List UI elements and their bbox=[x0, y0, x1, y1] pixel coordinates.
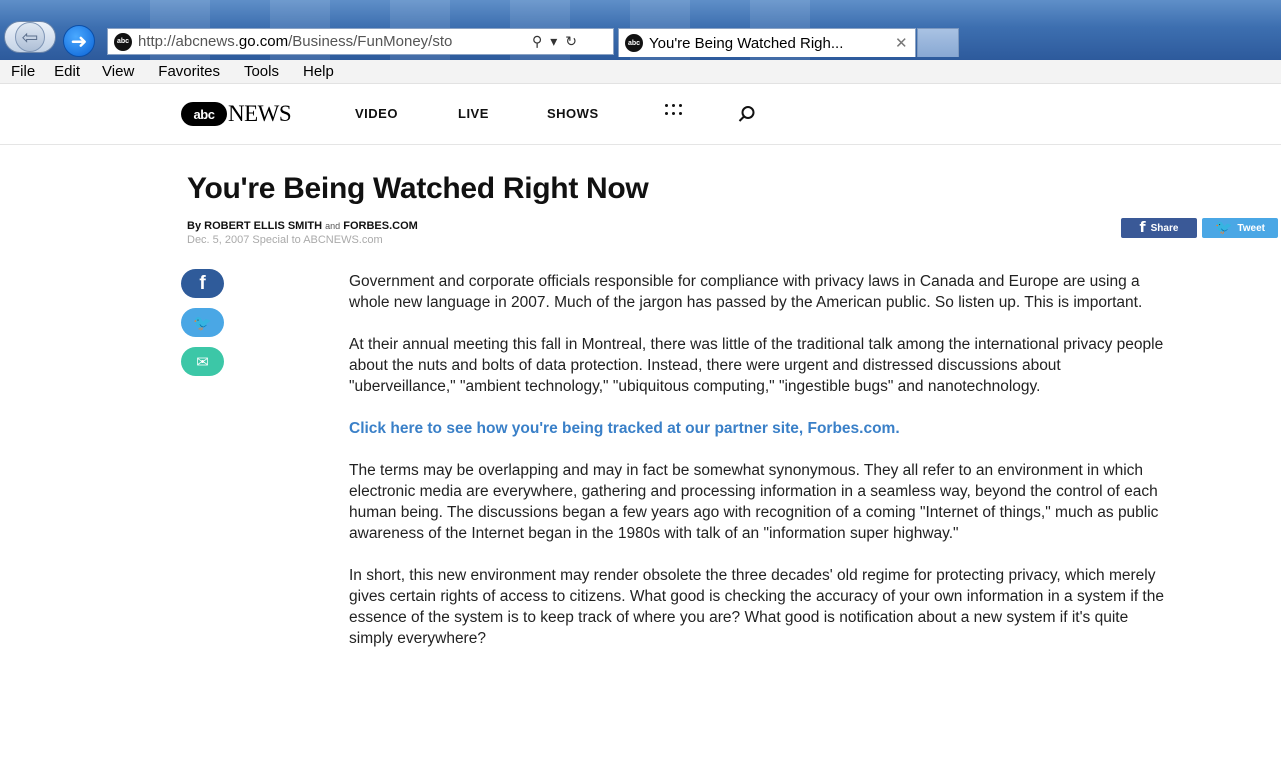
nav-video[interactable]: VIDEO bbox=[355, 106, 398, 121]
facebook-icon: f bbox=[1139, 220, 1146, 236]
menu-bar: File Edit View Favorites Tools Help bbox=[0, 60, 1281, 84]
menu-favorites[interactable]: Favorites bbox=[158, 63, 244, 80]
facebook-icon: f bbox=[199, 272, 206, 294]
site-favicon: abc bbox=[114, 32, 132, 51]
article-headline: You're Being Watched Right Now bbox=[187, 172, 649, 205]
twitter-icon: 🐦 bbox=[1214, 220, 1233, 236]
menu-file[interactable]: File bbox=[0, 63, 54, 80]
back-arrow-icon: ⇦ bbox=[21, 25, 39, 49]
email-side-button[interactable]: ✉ bbox=[181, 347, 224, 376]
forbes-link[interactable]: Click here to see how you're being track… bbox=[349, 418, 1169, 439]
twitter-side-button[interactable]: 🐦 bbox=[181, 308, 224, 337]
site-header: abc NEWS VIDEO LIVE SHOWS bbox=[0, 85, 1281, 145]
facebook-side-button[interactable]: f bbox=[181, 269, 224, 298]
search-icon[interactable] bbox=[738, 105, 756, 123]
source-link[interactable]: FORBES.COM bbox=[343, 220, 418, 232]
menu-help[interactable]: Help bbox=[303, 63, 346, 80]
menu-view[interactable]: View bbox=[102, 63, 158, 80]
browser-chrome: ⇦ ➜ abc http://abcnews.go.com/Business/F… bbox=[0, 0, 1281, 60]
nav-shows[interactable]: SHOWS bbox=[547, 106, 599, 121]
address-bar[interactable]: abc http://abcnews.go.com/Business/FunMo… bbox=[107, 28, 614, 55]
grid-menu-icon[interactable] bbox=[665, 104, 683, 118]
back-button[interactable]: ⇦ bbox=[4, 21, 56, 53]
paragraph: The terms may be overlapping and may in … bbox=[349, 462, 1159, 542]
close-icon[interactable]: ✕ bbox=[895, 34, 908, 52]
new-tab-button[interactable] bbox=[917, 28, 959, 57]
envelope-icon: ✉ bbox=[196, 353, 209, 371]
search-icon[interactable]: ⚲ bbox=[532, 34, 542, 50]
menu-edit[interactable]: Edit bbox=[54, 63, 102, 80]
menu-tools[interactable]: Tools bbox=[244, 63, 303, 80]
paragraph: At their annual meeting this fall in Mon… bbox=[349, 336, 1164, 395]
forward-button[interactable]: ➜ bbox=[63, 25, 95, 57]
author-link[interactable]: ROBERT ELLIS SMITH bbox=[204, 220, 322, 232]
dateline: Dec. 5, 2007 Special to ABCNEWS.com bbox=[187, 234, 383, 246]
url-text[interactable]: http://abcnews.go.com/Business/FunMoney/… bbox=[138, 33, 528, 50]
tab-title: You're Being Watched Righ... bbox=[649, 34, 844, 52]
byline: By ROBERT ELLIS SMITH and FORBES.COM bbox=[187, 220, 418, 232]
browser-tab[interactable]: abc You're Being Watched Righ... ✕ bbox=[618, 28, 916, 57]
abc-news-logo[interactable]: abc NEWS bbox=[181, 101, 292, 127]
twitter-tweet-button[interactable]: 🐦 Tweet bbox=[1202, 218, 1278, 238]
paragraph: Government and corporate officials respo… bbox=[349, 273, 1143, 311]
forward-arrow-icon: ➜ bbox=[70, 29, 88, 53]
article-body: Government and corporate officials respo… bbox=[349, 271, 1169, 670]
twitter-icon: 🐦 bbox=[193, 314, 212, 332]
tab-favicon: abc bbox=[625, 34, 643, 52]
refresh-icon[interactable]: ↻ bbox=[565, 34, 577, 50]
paragraph: In short, this new environment may rende… bbox=[349, 567, 1164, 647]
nav-live[interactable]: LIVE bbox=[458, 106, 489, 121]
facebook-share-button[interactable]: f Share bbox=[1121, 218, 1197, 238]
dropdown-icon[interactable]: ▾ bbox=[550, 34, 557, 50]
